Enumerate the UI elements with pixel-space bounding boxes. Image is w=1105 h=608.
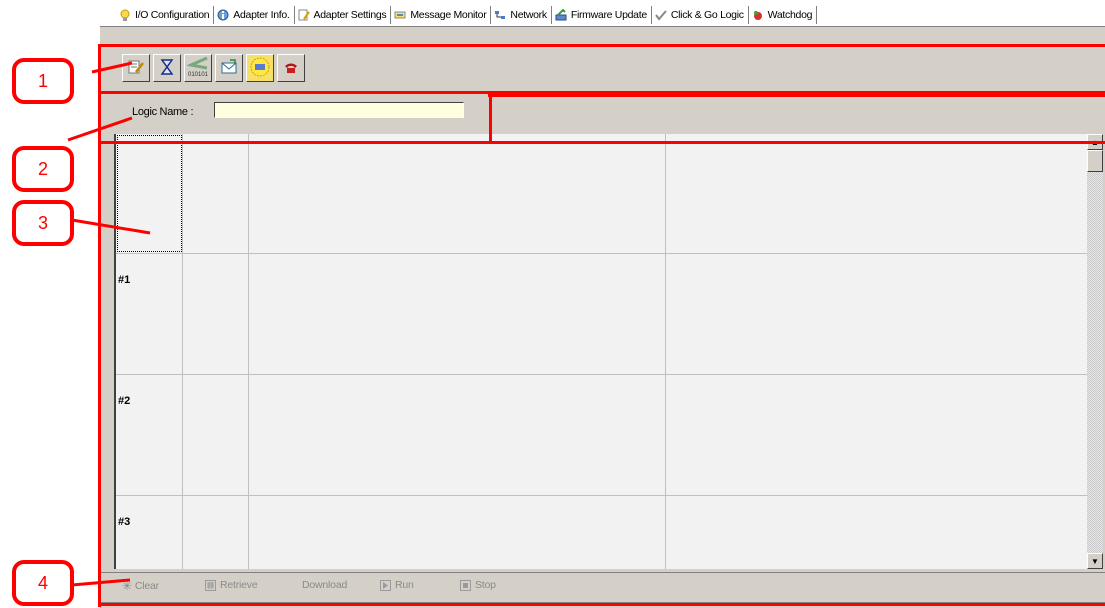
callout-4: 4 <box>12 560 74 606</box>
callout-number: 1 <box>37 70 48 91</box>
callout-3: 3 <box>12 200 74 246</box>
callout-leaders <box>67 61 151 587</box>
callout-2: 2 <box>12 146 74 192</box>
callout-number: 3 <box>37 212 48 233</box>
callout-number: 4 <box>37 572 48 593</box>
callout-1: 1 <box>12 58 74 104</box>
callout-number: 2 <box>37 158 48 179</box>
